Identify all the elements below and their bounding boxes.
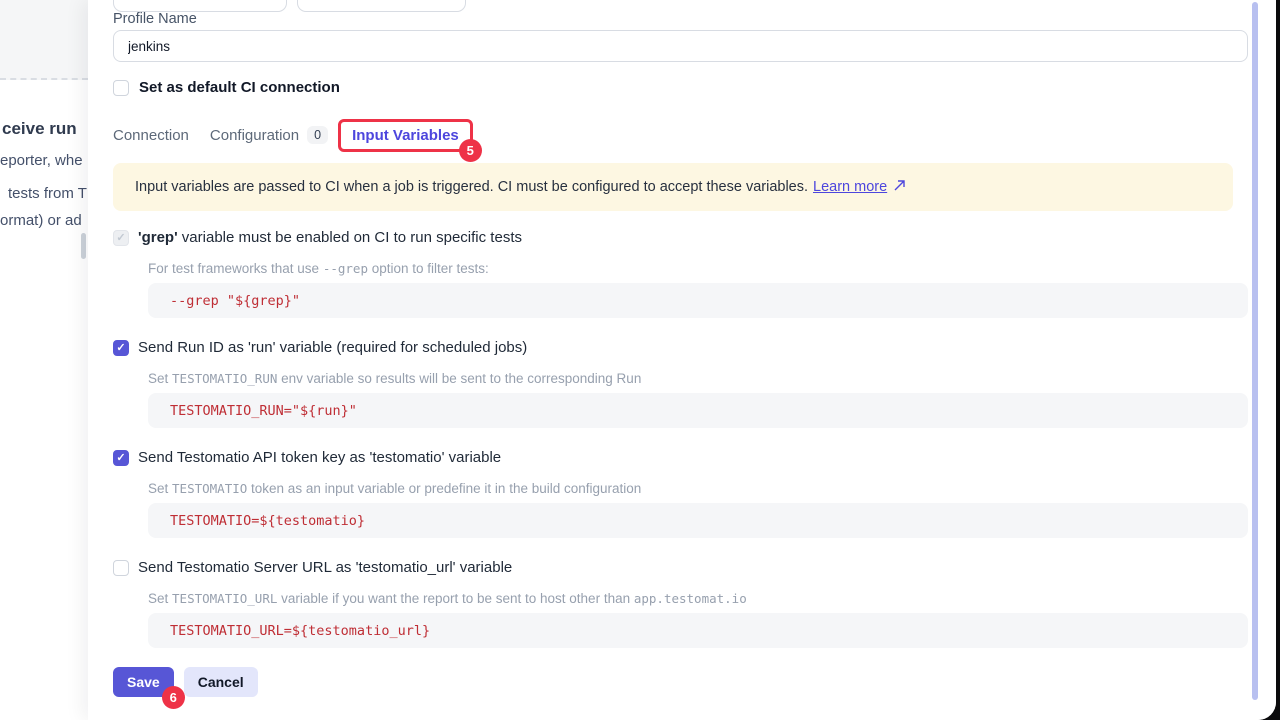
tab-input-variables[interactable]: Input Variables	[352, 127, 459, 144]
background-text-fragment: tests from T	[8, 185, 87, 202]
learn-more-link[interactable]: Learn more	[813, 179, 887, 195]
external-link-icon	[893, 179, 906, 196]
configuration-count-badge: 0	[307, 126, 328, 144]
tab-configuration[interactable]: Configuration	[210, 127, 299, 144]
profile-name-label: Profile Name	[113, 11, 197, 27]
cancel-button[interactable]: Cancel	[184, 667, 258, 697]
run-helper-text: Set TESTOMATIO_RUN env variable so resul…	[148, 371, 1248, 386]
background-scrollbar-thumb[interactable]	[81, 233, 86, 259]
profile-name-input[interactable]	[113, 30, 1248, 62]
background-collapsed-section	[0, 0, 88, 80]
variable-block-grep: ✓ 'grep' variable must be enabled on CI …	[113, 228, 1248, 318]
tab-connection[interactable]: Connection	[113, 127, 189, 144]
grep-label: 'grep' variable must be enabled on CI to…	[138, 228, 522, 247]
modal-scrollbar-thumb[interactable]	[1252, 2, 1258, 700]
variable-block-run: ✓ Send Run ID as 'run' variable (require…	[113, 338, 1248, 428]
run-code-block: TESTOMATIO_RUN="${run}"	[148, 393, 1248, 428]
testomatio-url-label: Send Testomatio Server URL as 'testomati…	[138, 558, 512, 577]
tab-bar: Connection Configuration 0 Input Variabl…	[113, 115, 473, 155]
step-badge-6: 6	[162, 686, 185, 709]
testomatio-url-code-block: TESTOMATIO_URL=${testomatio_url}	[148, 613, 1248, 648]
variable-block-testomatio: ✓ Send Testomatio API token key as 'test…	[113, 448, 1248, 538]
default-ci-checkbox-row[interactable]: ✓ Set as default CI connection	[113, 79, 340, 96]
info-banner-text: Input variables are passed to CI when a …	[135, 179, 808, 195]
testomatio-label: Send Testomatio API token key as 'testom…	[138, 448, 501, 467]
info-banner: Input variables are passed to CI when a …	[113, 163, 1233, 211]
cut-off-input[interactable]	[297, 0, 466, 12]
background-heading-fragment: ceive run	[2, 119, 77, 139]
tab-annotation-box: Input Variables 5	[338, 119, 473, 152]
testomatio-checkbox[interactable]: ✓	[113, 450, 129, 466]
testomatio-url-checkbox[interactable]: ✓	[113, 560, 129, 576]
default-ci-checkbox-label: Set as default CI connection	[139, 79, 340, 96]
ci-connection-modal: Profile Name ✓ Set as default CI connect…	[88, 0, 1276, 720]
testomatio-helper-text: Set TESTOMATIO token as an input variabl…	[148, 481, 1248, 496]
run-label: Send Run ID as 'run' variable (required …	[138, 338, 527, 357]
save-button[interactable]: Save 6	[113, 667, 174, 697]
variable-block-testomatio-url: ✓ Send Testomatio Server URL as 'testoma…	[113, 558, 1248, 648]
grep-helper-text: For test frameworks that use --grep opti…	[148, 261, 1248, 276]
background-page-strip: ceive run eporter, whe tests from T orma…	[0, 0, 88, 720]
grep-checkbox[interactable]: ✓	[113, 230, 129, 246]
run-checkbox[interactable]: ✓	[113, 340, 129, 356]
testomatio-code-block: TESTOMATIO=${testomatio}	[148, 503, 1248, 538]
step-badge-5: 5	[459, 139, 482, 162]
background-text-fragment: ormat) or ad	[0, 212, 82, 229]
form-actions: Save 6 Cancel	[113, 667, 258, 697]
background-text-fragment: eporter, whe	[0, 152, 83, 169]
grep-code-block: --grep "${grep}"	[148, 283, 1248, 318]
testomatio-url-helper-text: Set TESTOMATIO_URL variable if you want …	[148, 591, 1248, 606]
app-window: ceive run eporter, whe tests from T orma…	[0, 0, 1276, 720]
default-ci-checkbox[interactable]: ✓	[113, 80, 129, 96]
